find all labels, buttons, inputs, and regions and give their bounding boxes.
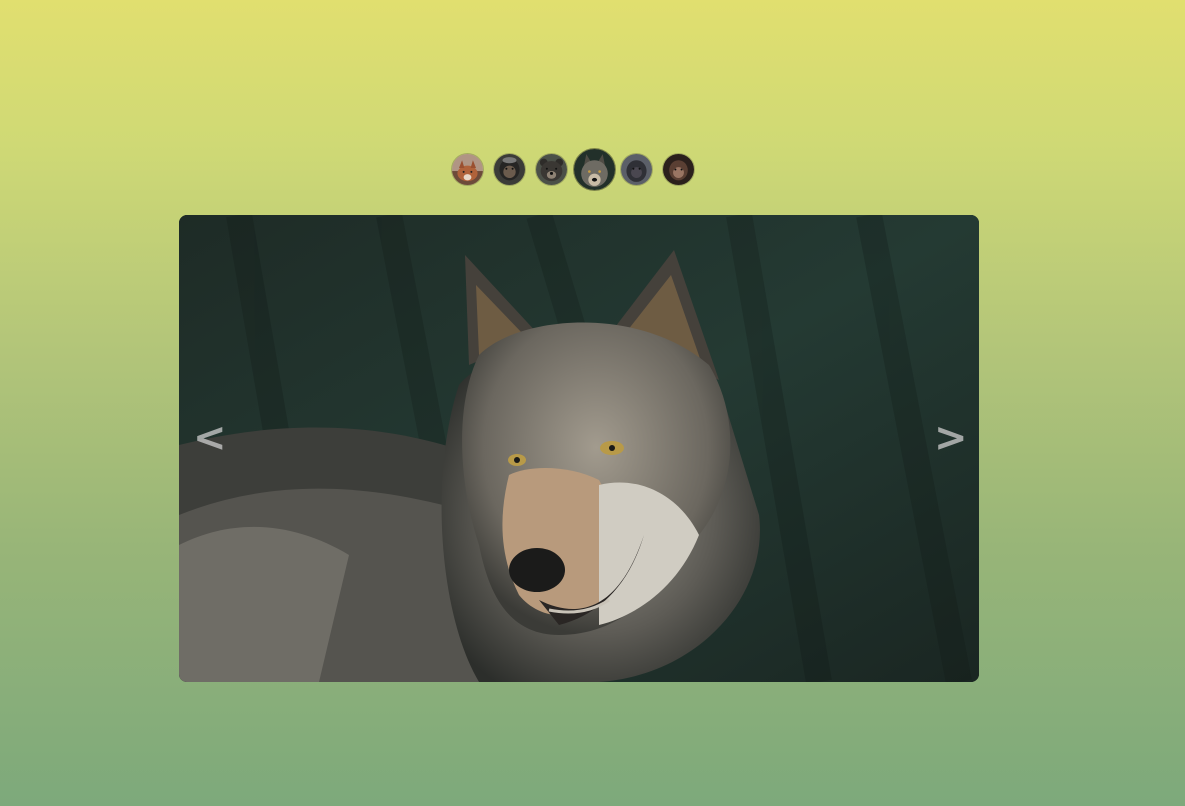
thumbnail-bear[interactable] bbox=[536, 153, 567, 185]
previous-arrow-button[interactable]: < bbox=[193, 418, 227, 458]
thumbnail-strip bbox=[452, 148, 705, 190]
main-slide-image bbox=[179, 215, 979, 682]
next-arrow-button[interactable]: > bbox=[934, 418, 968, 458]
thumbnail-gorilla[interactable] bbox=[621, 153, 652, 185]
thumbnail-monkey[interactable] bbox=[663, 153, 694, 185]
thumbnail-wolf[interactable] bbox=[574, 148, 615, 190]
thumbnail-fox[interactable] bbox=[452, 153, 483, 185]
thumbnail-chimpanzee[interactable] bbox=[494, 153, 525, 185]
